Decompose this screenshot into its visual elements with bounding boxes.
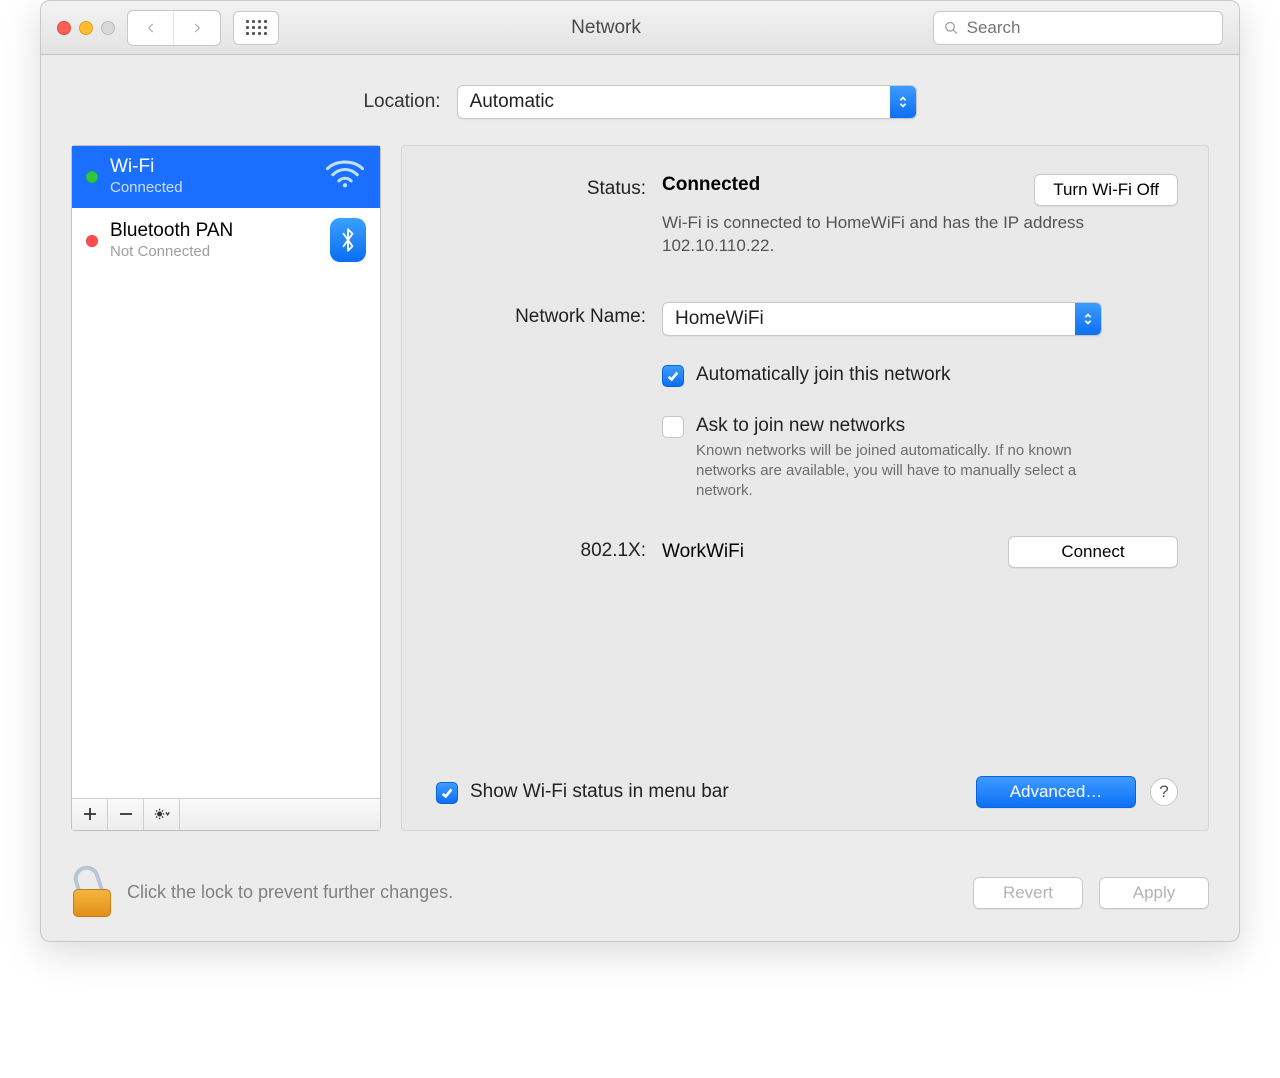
- window-controls: [57, 21, 115, 35]
- minimize-window-button[interactable]: [79, 21, 93, 35]
- bluetooth-icon: [330, 218, 366, 262]
- titlebar: Network: [41, 1, 1239, 55]
- fullscreen-window-button: [101, 21, 115, 35]
- footer: Click the lock to prevent further change…: [41, 853, 1239, 941]
- chevron-updown-icon: [890, 86, 916, 118]
- forward-button[interactable]: [174, 11, 220, 45]
- connect-button[interactable]: Connect: [1008, 536, 1178, 568]
- ask-join-help: Known networks will be joined automatica…: [696, 441, 1126, 502]
- show-menu-checkbox[interactable]: [436, 782, 458, 804]
- status-dot-icon: [86, 235, 98, 247]
- ask-join-label: Ask to join new networks: [696, 415, 1126, 437]
- location-value: Automatic: [458, 91, 890, 113]
- sidebar-toolbar: [72, 798, 380, 830]
- location-label: Location:: [363, 91, 440, 113]
- location-popup[interactable]: Automatic: [457, 85, 917, 119]
- help-button[interactable]: ?: [1150, 778, 1178, 806]
- ask-join-checkbox[interactable]: [662, 416, 684, 438]
- chevron-updown-icon: [1075, 303, 1101, 335]
- show-menu-label: Show Wi-Fi status in menu bar: [470, 781, 729, 803]
- remove-service-button[interactable]: [108, 799, 144, 830]
- network-prefs-window: Network Location: Automatic Wi-Fi Conne: [40, 0, 1240, 942]
- status-value: Connected: [662, 174, 760, 196]
- window-title: Network: [291, 17, 921, 39]
- status-description: Wi-Fi is connected to HomeWiFi and has t…: [662, 212, 1122, 258]
- service-actions-button[interactable]: [144, 799, 180, 830]
- search-input[interactable]: [967, 18, 1212, 38]
- 8021x-value: WorkWiFi: [662, 541, 744, 563]
- turn-wifi-off-button[interactable]: Turn Wi-Fi Off: [1034, 174, 1178, 206]
- service-name: Wi-Fi: [110, 156, 183, 179]
- status-dot-icon: [86, 171, 98, 183]
- back-button[interactable]: [128, 11, 174, 45]
- lock-icon: [71, 869, 113, 917]
- lock-area[interactable]: Click the lock to prevent further change…: [71, 869, 453, 917]
- status-label: Status:: [402, 174, 662, 258]
- service-item-wifi[interactable]: Wi-Fi Connected: [72, 146, 380, 208]
- nav-buttons: [127, 10, 221, 46]
- add-service-button[interactable]: [72, 799, 108, 830]
- 8021x-label: 802.1X:: [402, 536, 662, 568]
- service-name: Bluetooth PAN: [110, 220, 233, 243]
- main-panel: Status: Connected Turn Wi-Fi Off Wi-Fi i…: [401, 145, 1209, 831]
- network-name-value: HomeWiFi: [663, 308, 1075, 330]
- show-all-button[interactable]: [233, 11, 279, 45]
- services-list: Wi-Fi Connected: [72, 146, 380, 798]
- services-sidebar: Wi-Fi Connected: [71, 145, 381, 831]
- service-status: Not Connected: [110, 243, 233, 260]
- search-field[interactable]: [933, 11, 1223, 45]
- lock-text: Click the lock to prevent further change…: [127, 882, 453, 903]
- location-row: Location: Automatic: [41, 55, 1239, 145]
- network-name-popup[interactable]: HomeWiFi: [662, 302, 1102, 336]
- auto-join-label: Automatically join this network: [696, 364, 951, 386]
- advanced-button[interactable]: Advanced…: [976, 776, 1136, 808]
- wifi-icon: [324, 158, 366, 193]
- service-status: Connected: [110, 179, 183, 196]
- service-item-bluetooth[interactable]: Bluetooth PAN Not Connected: [72, 208, 380, 274]
- auto-join-checkbox[interactable]: [662, 365, 684, 387]
- revert-button[interactable]: Revert: [973, 877, 1083, 909]
- grid-icon: [246, 20, 267, 35]
- search-icon: [944, 20, 959, 36]
- apply-button[interactable]: Apply: [1099, 877, 1209, 909]
- close-window-button[interactable]: [57, 21, 71, 35]
- network-name-label: Network Name:: [402, 302, 662, 502]
